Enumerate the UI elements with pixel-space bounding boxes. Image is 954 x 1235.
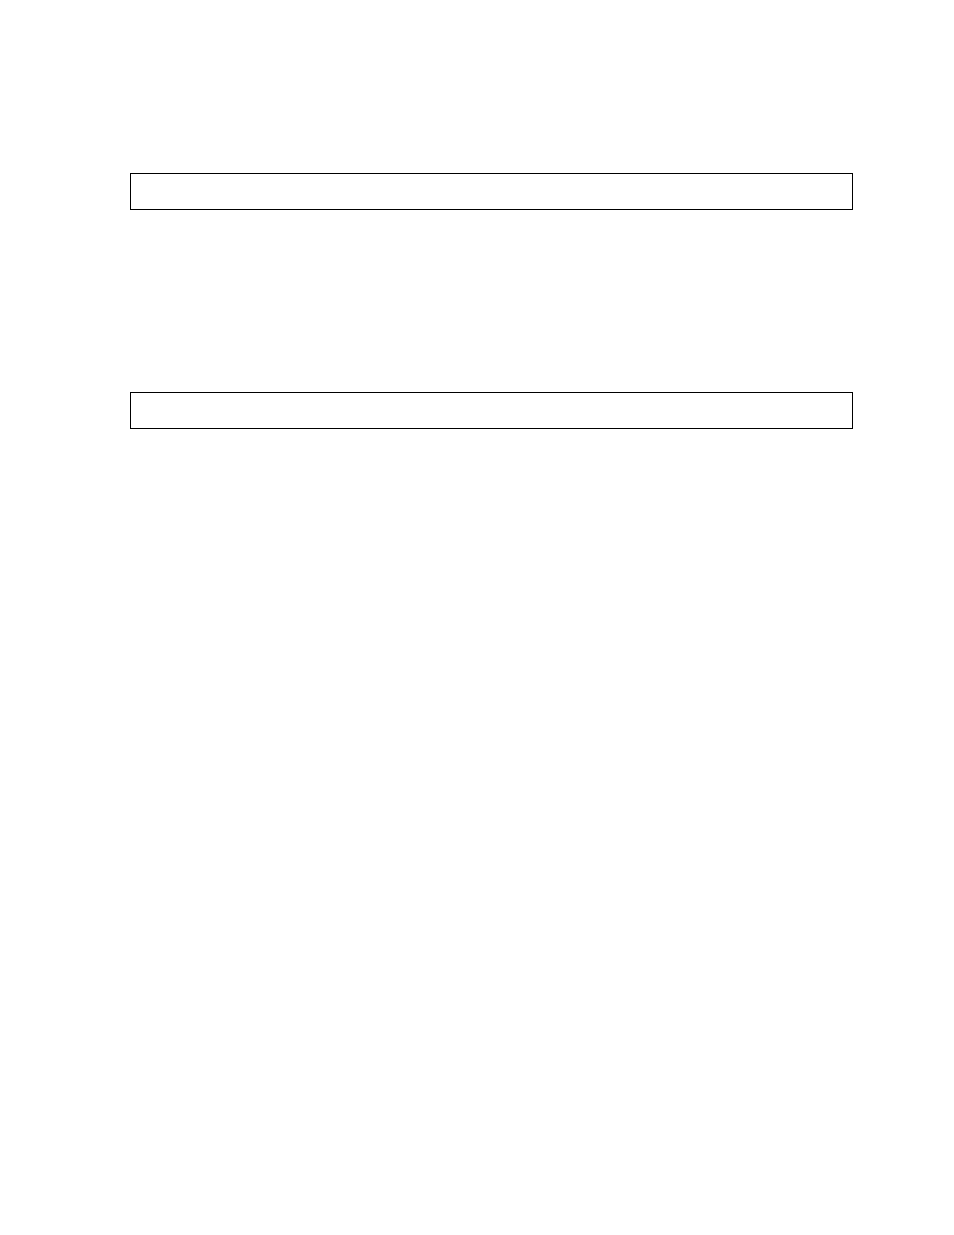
rectangle-box	[130, 392, 853, 429]
rectangle-box	[130, 173, 853, 210]
